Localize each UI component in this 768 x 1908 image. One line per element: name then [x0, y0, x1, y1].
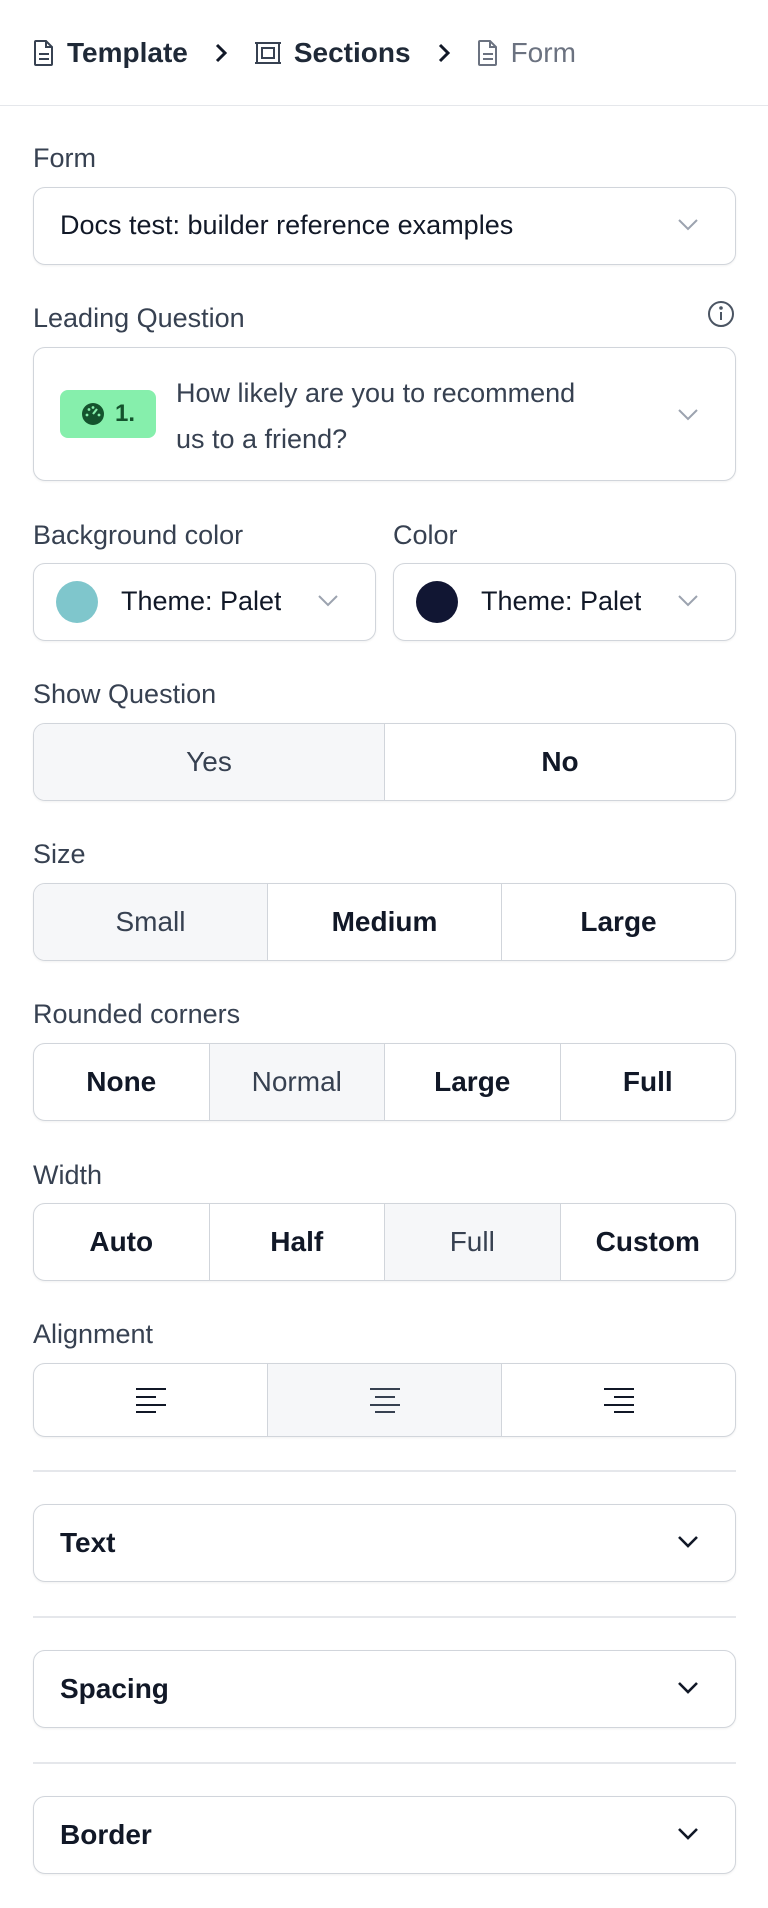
question-badge: 1.	[60, 390, 156, 438]
show-question-label: Show Question	[33, 679, 217, 709]
info-icon[interactable]	[707, 300, 735, 328]
color-select[interactable]: Theme: Palette	[393, 563, 736, 641]
align-right-icon	[603, 1387, 635, 1413]
chevron-right-icon	[214, 42, 228, 64]
leading-question-line2: us to a friend?	[176, 424, 348, 454]
rounded-corners-label: Rounded corners	[33, 999, 241, 1029]
show-question-no-button[interactable]: No	[385, 724, 735, 800]
form-select[interactable]: Docs test: builder reference examples	[33, 187, 736, 265]
show-question-toggle: Yes No	[33, 723, 736, 801]
align-center-button[interactable]	[268, 1364, 502, 1436]
form-select-value: Docs test: builder reference examples	[60, 210, 514, 240]
divider	[33, 1616, 736, 1618]
text-accordion-title: Text	[60, 1527, 116, 1558]
rounded-large-button[interactable]: Large	[385, 1044, 561, 1120]
align-left-button[interactable]	[34, 1364, 268, 1436]
size-medium-button[interactable]: Medium	[268, 884, 502, 960]
border-accordion-title: Border	[60, 1819, 152, 1850]
chevron-down-icon	[677, 1827, 699, 1841]
breadcrumb-label: Template	[67, 36, 188, 68]
leading-question-select[interactable]: 1. How likely are you to recommend us to…	[33, 347, 736, 481]
color-swatch	[416, 581, 458, 623]
background-color-select[interactable]: Theme: Palette	[33, 563, 376, 641]
document-icon	[33, 39, 55, 67]
breadcrumb-label: Form	[510, 36, 576, 68]
chevron-down-icon	[317, 594, 339, 608]
breadcrumb: Template Sections Form	[0, 0, 768, 106]
align-left-icon	[135, 1387, 167, 1413]
chevron-down-icon	[677, 1535, 699, 1549]
color-value: Theme: Palette	[481, 586, 641, 616]
align-center-icon	[369, 1387, 401, 1413]
rounded-none-button[interactable]: None	[34, 1044, 210, 1120]
chevron-down-icon	[677, 594, 699, 608]
background-color-label: Background color	[33, 520, 244, 550]
border-accordion[interactable]: Border	[33, 1796, 736, 1874]
width-full-button[interactable]: Full	[385, 1204, 561, 1280]
leading-question-value: How likely are you to recommend us to a …	[176, 370, 575, 462]
spacing-accordion-title: Spacing	[60, 1673, 169, 1704]
width-toggle: Auto Half Full Custom	[33, 1203, 736, 1281]
sections-icon	[254, 40, 282, 66]
divider	[33, 1470, 736, 1472]
document-icon	[477, 39, 499, 67]
breadcrumb-sections[interactable]: Sections	[254, 37, 411, 69]
size-toggle: Small Medium Large	[33, 883, 736, 961]
show-question-yes-button[interactable]: Yes	[34, 724, 385, 800]
leading-question-line1: How likely are you to recommend	[176, 378, 576, 408]
size-small-button[interactable]: Small	[34, 884, 268, 960]
form-label: Form	[33, 143, 96, 173]
rounded-full-button[interactable]: Full	[561, 1044, 736, 1120]
text-accordion[interactable]: Text	[33, 1504, 736, 1582]
alignment-label: Alignment	[33, 1319, 154, 1349]
breadcrumb-label: Sections	[293, 36, 411, 68]
chevron-right-icon	[437, 42, 451, 64]
width-custom-button[interactable]: Custom	[561, 1204, 736, 1280]
rounded-corners-toggle: None Normal Large Full	[33, 1043, 736, 1121]
gauge-icon	[81, 402, 105, 426]
spacing-accordion[interactable]: Spacing	[33, 1650, 736, 1728]
background-color-value: Theme: Palette	[121, 586, 281, 616]
background-color-swatch	[56, 581, 98, 623]
size-label: Size	[33, 839, 86, 869]
width-half-button[interactable]: Half	[210, 1204, 385, 1280]
divider	[33, 1762, 736, 1764]
breadcrumb-template[interactable]: Template	[33, 37, 188, 69]
chevron-down-icon	[677, 408, 699, 422]
color-label: Color	[393, 520, 458, 550]
chevron-down-icon	[677, 1681, 699, 1695]
width-label: Width	[33, 1160, 103, 1190]
breadcrumb-form: Form	[477, 37, 576, 69]
size-large-button[interactable]: Large	[502, 884, 735, 960]
rounded-normal-button[interactable]: Normal	[209, 1044, 385, 1120]
leading-question-label: Leading Question	[33, 303, 245, 333]
alignment-toggle	[33, 1363, 736, 1437]
width-auto-button[interactable]: Auto	[34, 1204, 210, 1280]
chevron-down-icon	[677, 218, 699, 232]
align-right-button[interactable]	[502, 1364, 735, 1436]
question-number: 1.	[114, 400, 135, 427]
